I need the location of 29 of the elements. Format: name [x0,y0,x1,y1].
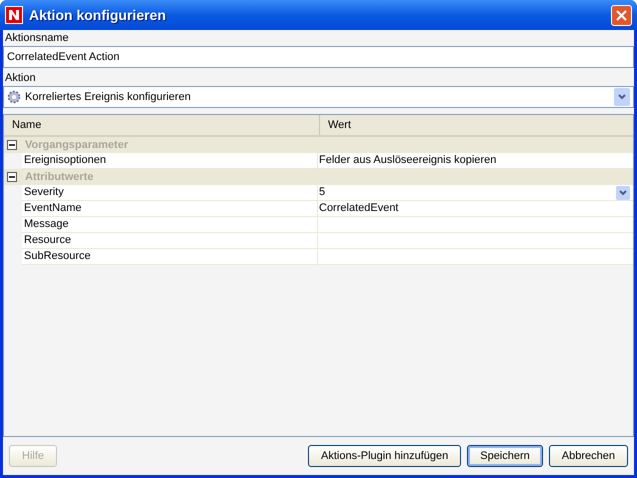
dropdown-value: Korreliertes Ereignis konfigurieren [25,90,192,105]
dialog-button[interactable]: Aktions-Plugin hinzufügen [308,445,462,467]
field-label: Aktionsname [4,31,70,46]
app-logo-icon [5,6,23,24]
column-header[interactable]: Name [4,115,320,135]
property-name: Severity [24,185,64,200]
close-button[interactable] [611,4,632,26]
dialog-button[interactable]: Speichern [467,445,543,467]
gear-icon [7,90,21,104]
field-label: Aktion [4,71,37,86]
collapse-toggle-icon[interactable] [7,172,17,182]
column-header[interactable]: Wert [320,115,633,135]
input-field[interactable]: CorrelatedEvent Action [3,46,634,68]
property-value: CorrelatedEvent [319,201,400,216]
property-name: SubResource [24,249,91,264]
group-label: Vorgangsparameter [25,138,128,153]
group-label: Attributwerte [25,170,94,185]
window-title: Aktion konfigurieren [29,6,166,25]
dialog-button[interactable]: Abbrechen [548,445,628,467]
property-name: EventName [24,201,82,216]
property-name: Message [24,217,69,232]
close-icon [616,10,627,20]
field-value: CorrelatedEvent Action [7,50,120,65]
property-name: Resource [24,233,72,248]
action-dropdown[interactable]: Korreliertes Ereignis konfigurieren [3,86,634,108]
property-value: 5 [319,185,326,200]
collapse-toggle-icon[interactable] [7,140,17,150]
property-value: Felder aus Auslöseereignis kopieren [319,153,498,168]
property-name: Ereignisoptionen [24,153,106,168]
